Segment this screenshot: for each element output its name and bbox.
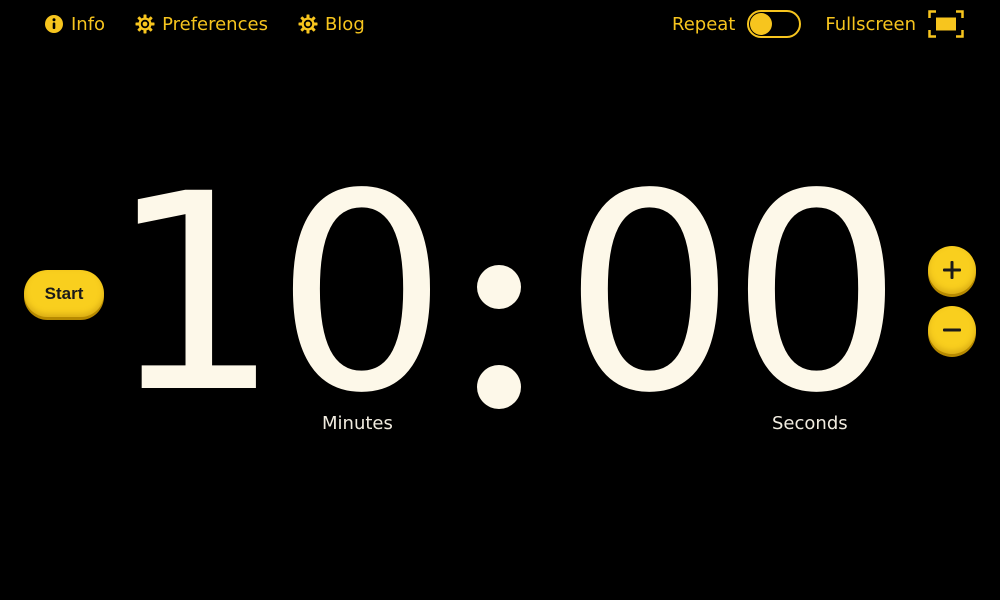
- increment-button[interactable]: [928, 246, 976, 294]
- repeat-label: Repeat: [672, 13, 736, 35]
- nav-blog-link[interactable]: Blog: [298, 14, 365, 35]
- minutes-value: 10: [107, 137, 448, 453]
- seconds-label: Seconds: [772, 413, 848, 434]
- nav-info-label: Info: [71, 13, 106, 35]
- time-separator: [477, 265, 521, 413]
- timer-display: 10 00: [107, 137, 903, 453]
- repeat-toggle-knob: [750, 13, 773, 35]
- top-controls: Repeat Fullscreen: [672, 0, 964, 48]
- plus-icon: [943, 261, 961, 279]
- fullscreen-label[interactable]: Fullscreen: [825, 14, 916, 35]
- timer-page: Info Preferences Blog Repeat Fullscreen …: [0, 0, 1000, 600]
- repeat-toggle[interactable]: [747, 10, 802, 38]
- gear-icon: [135, 14, 155, 34]
- start-button[interactable]: Start: [24, 270, 104, 317]
- gear-icon: [298, 14, 318, 34]
- separator-dot-top: [477, 265, 521, 309]
- fullscreen-icon[interactable]: [928, 10, 964, 38]
- seconds-display[interactable]: 00: [562, 137, 903, 453]
- nav-info-link[interactable]: Info: [44, 14, 105, 35]
- nav-preferences-link[interactable]: Preferences: [135, 14, 268, 35]
- nav-preferences-label: Preferences: [162, 13, 268, 35]
- seconds-value: 00: [562, 137, 903, 453]
- separator-dot-bottom: [477, 365, 521, 409]
- info-icon: [44, 14, 64, 34]
- top-nav: Info Preferences Blog: [44, 0, 395, 48]
- decrement-button[interactable]: [928, 306, 976, 354]
- minutes-display[interactable]: 10: [107, 137, 448, 453]
- minutes-label: Minutes: [322, 413, 393, 434]
- nav-blog-label: Blog: [324, 13, 365, 35]
- minus-icon: [943, 328, 961, 332]
